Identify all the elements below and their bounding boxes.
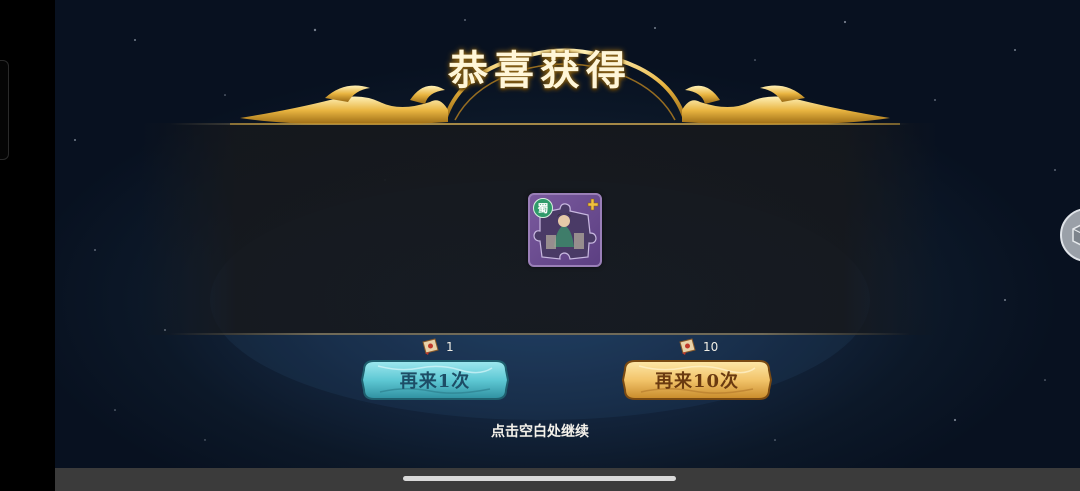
screen-edge-tab (0, 60, 9, 160)
draw-ten-button[interactable]: 再来10次 (621, 358, 773, 402)
draw-ten-cost: 10 (676, 338, 718, 356)
faction-badge: 蜀 (533, 198, 553, 218)
game-screen[interactable]: 恭喜获得 蜀 1 10 再来1次 再来10次 点击空白处继续 (0, 0, 1080, 491)
draw-once-label: 再来1次 (399, 371, 471, 392)
reward-item-card[interactable]: 蜀 (528, 193, 602, 267)
draw-once-button[interactable]: 再来1次 (360, 358, 510, 402)
draw-ten-label: 再来10次 (654, 371, 740, 392)
faction-badge-label: 蜀 (537, 202, 549, 215)
scroll-ticket-icon (679, 338, 696, 355)
scroll-ticket-icon (422, 338, 439, 355)
congrats-title: 恭喜获得 (448, 47, 632, 94)
continue-hint: 点击空白处继续 (491, 424, 589, 440)
draw-once-cost: 1 (419, 338, 454, 356)
draw-once-cost-value: 1 (446, 340, 454, 354)
draw-ten-cost-value: 10 (703, 340, 719, 354)
cube-icon (1072, 224, 1080, 246)
home-indicator[interactable] (403, 476, 676, 481)
panel-bottom-border (170, 333, 910, 335)
